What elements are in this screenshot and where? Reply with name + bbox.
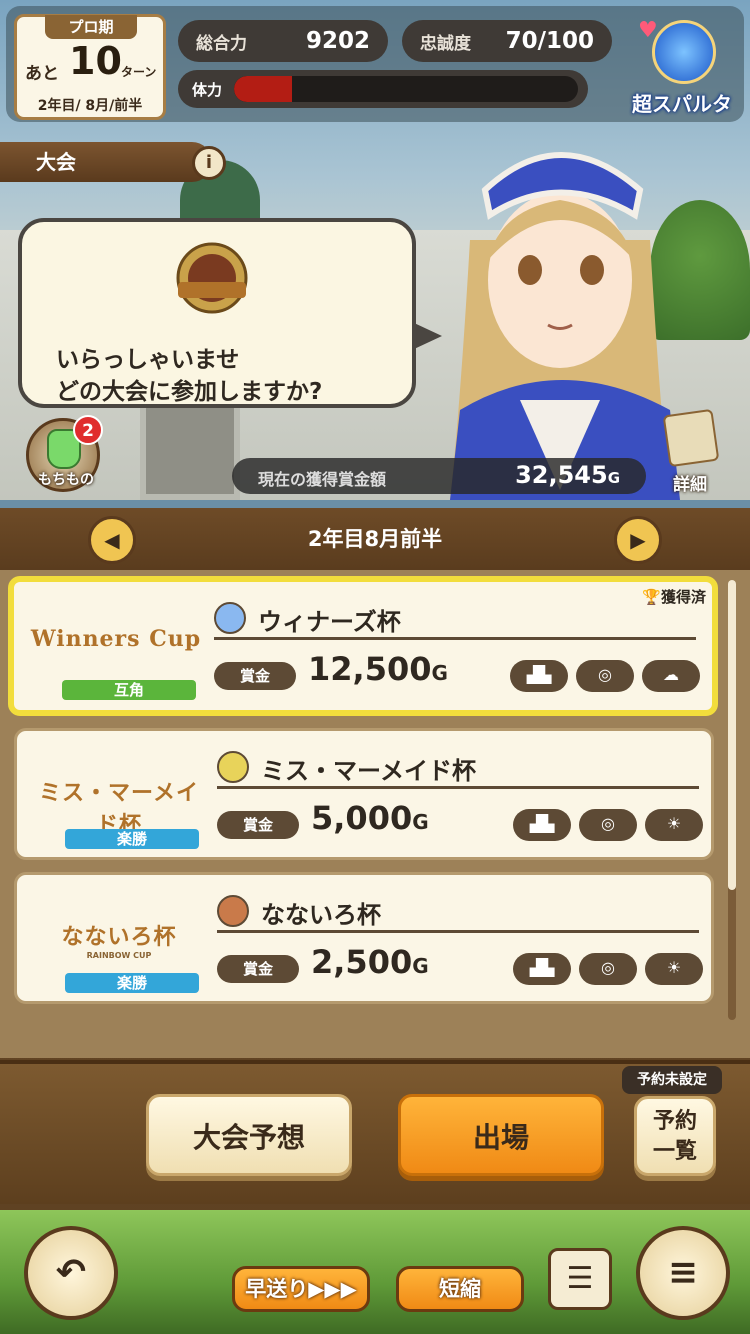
current-prize-money: 現在の獲得賞金額 32,545G (232, 458, 646, 494)
cup-emblem-sub: RAINBOW CUP (86, 951, 152, 960)
prize-value: 2,500G (311, 943, 429, 981)
enter-button[interactable]: 出場 (398, 1094, 604, 1176)
prize-money-amount: 32,545 (515, 461, 608, 489)
medal-icon (217, 895, 249, 927)
cup-name: ウィナーズ杯 (258, 608, 401, 636)
prize-value: 12,500G (308, 650, 448, 688)
total-power-stat: 総合力 9202 (178, 20, 388, 62)
training-mode-button[interactable]: ♥ 超スパルタ (624, 18, 740, 118)
sun-icon: ☀ (645, 953, 703, 985)
podium-icon: ▟▙ (513, 953, 571, 985)
cup-emblem: ミス・マーメイド杯MISS MERMAID CUP楽勝 (31, 745, 207, 849)
turns-suffix: ターン (121, 65, 157, 79)
turns-left: 10 (69, 39, 122, 83)
stamina-fill (234, 76, 293, 102)
ring-icon: ◎ (579, 953, 637, 985)
log-icon[interactable]: ☰ (548, 1248, 612, 1310)
star-emblem-icon (652, 20, 716, 84)
phase-label: プロ期 (45, 15, 137, 39)
detail-label: 詳細 (673, 475, 707, 495)
prize-unit: G (412, 810, 429, 834)
week-label: 2年目8月前半 (307, 527, 443, 551)
difficulty-tag: 楽勝 (65, 829, 199, 849)
total-power-label: 総合力 (196, 33, 247, 54)
section-title: 大会 (0, 142, 212, 182)
current-date: 2年目/ 8月/前半 (37, 98, 143, 114)
reserve-list-button[interactable]: 予約 一覧 (634, 1096, 716, 1176)
ring-icon: ◎ (579, 809, 637, 841)
podium-icon: ▟▙ (513, 809, 571, 841)
receptionist-character (450, 152, 680, 500)
sun-icon: ☀ (645, 809, 703, 841)
prize-unit: G (412, 954, 429, 978)
scrollbar-thumb[interactable] (728, 580, 736, 890)
winners-cup-logo (176, 242, 248, 314)
total-power-value: 9202 (305, 28, 370, 54)
heart-icon: ♥ (638, 18, 658, 43)
cup-name: なないろ杯 (261, 901, 381, 929)
stamina-track (234, 76, 578, 102)
back-arrow-icon[interactable]: ↶ (24, 1226, 118, 1320)
prize-label: 賞金 (217, 955, 299, 983)
stamina-bar: 体力 (178, 70, 588, 108)
medal-icon (214, 602, 246, 634)
cup-name-row: ミス・マーメイド杯 (217, 747, 699, 789)
tournament-card[interactable]: ミス・マーメイド杯MISS MERMAID CUP楽勝 ミス・マーメイド杯賞金 5,… (14, 728, 714, 860)
cup-name-row: なないろ杯 (217, 891, 699, 933)
door (140, 400, 240, 500)
arrow-left-icon[interactable]: ◀ (88, 516, 136, 564)
prize-label: 賞金 (214, 662, 296, 690)
cup-name-row: ウィナーズ杯 (214, 598, 696, 640)
medal-icon (217, 751, 249, 783)
shorten-button[interactable]: 短縮 (396, 1266, 524, 1312)
info-icon[interactable]: i (192, 146, 226, 180)
prize-amount: 2,500 (311, 943, 413, 981)
won-label: 獲得済 (660, 588, 706, 606)
tournament-card[interactable]: Winners Cup 互角 ウィナーズ杯賞金 12,500G ▟▙ ◎ ☁ 🏆獲得済 (8, 576, 718, 716)
question-line: どの大会に参加しますか? (56, 379, 323, 405)
reserve-status: 予約未設定 (622, 1066, 722, 1094)
cup-emblem-text: Winners Cup (30, 626, 202, 652)
cup-emblem-text: なないろ杯 (61, 924, 177, 950)
cup-name: ミス・マーメイド杯 (261, 757, 477, 785)
fast-forward-button[interactable]: 早送り▶▶▶ (232, 1266, 370, 1312)
menu-icon[interactable]: ≡ (636, 1226, 730, 1320)
prize-unit: G (431, 661, 448, 685)
speech-bubble: いらっしゃいませ どの大会に参加しますか? (18, 218, 442, 408)
greeting-line: いらっしゃいませ (56, 347, 240, 373)
turns-prefix: あと (25, 64, 59, 84)
cloud-icon: ☁ (642, 660, 700, 692)
stamina-label: 体力 (192, 81, 223, 99)
cup-emblem: Winners Cup 互角 (28, 596, 204, 700)
prize-amount: 12,500 (308, 650, 432, 688)
items-label: もちもの (38, 472, 94, 488)
difficulty-tag: 互角 (62, 680, 196, 700)
cup-emblem: なないろ杯 RAINBOW CUP 楽勝 (31, 889, 207, 993)
items-button[interactable]: 2 もちもの (26, 415, 103, 492)
ring-icon: ◎ (576, 660, 634, 692)
loyalty-stat: 忠誠度 70/100 (402, 20, 612, 62)
reserve-line1: 予約 (652, 1109, 697, 1134)
scrollbar[interactable] (728, 580, 736, 1020)
loyalty-label: 忠誠度 (420, 33, 471, 54)
reserve-line2: 一覧 (652, 1139, 697, 1164)
prize-money-value: 32,545G (515, 461, 620, 489)
podium-icon: ▟▙ (510, 660, 568, 692)
trophy-icon: 🏆 (642, 588, 661, 606)
prize-money-label: 現在の獲得賞金額 (258, 470, 387, 489)
document-icon (662, 408, 720, 468)
items-count-badge: 2 (73, 415, 103, 445)
prize-money-unit: G (607, 469, 620, 487)
predict-button[interactable]: 大会予想 (146, 1094, 352, 1176)
difficulty-tag: 楽勝 (65, 973, 199, 993)
arrow-right-icon[interactable]: ▶ (614, 516, 662, 564)
prize-value: 5,000G (311, 799, 429, 837)
prize-label: 賞金 (217, 811, 299, 839)
tournament-card[interactable]: なないろ杯 RAINBOW CUP 楽勝 なないろ杯 賞金 2,500G ▟▙ ◎ ☀ (14, 872, 714, 1004)
detail-button[interactable]: 詳細 (654, 408, 726, 496)
prize-amount: 5,000 (311, 799, 413, 837)
loyalty-value: 70/100 (505, 28, 594, 54)
turn-counter: プロ期 あと 10 ターン 2年目/ 8月/前半 (14, 14, 166, 120)
won-badge: 🏆獲得済 (642, 586, 706, 607)
